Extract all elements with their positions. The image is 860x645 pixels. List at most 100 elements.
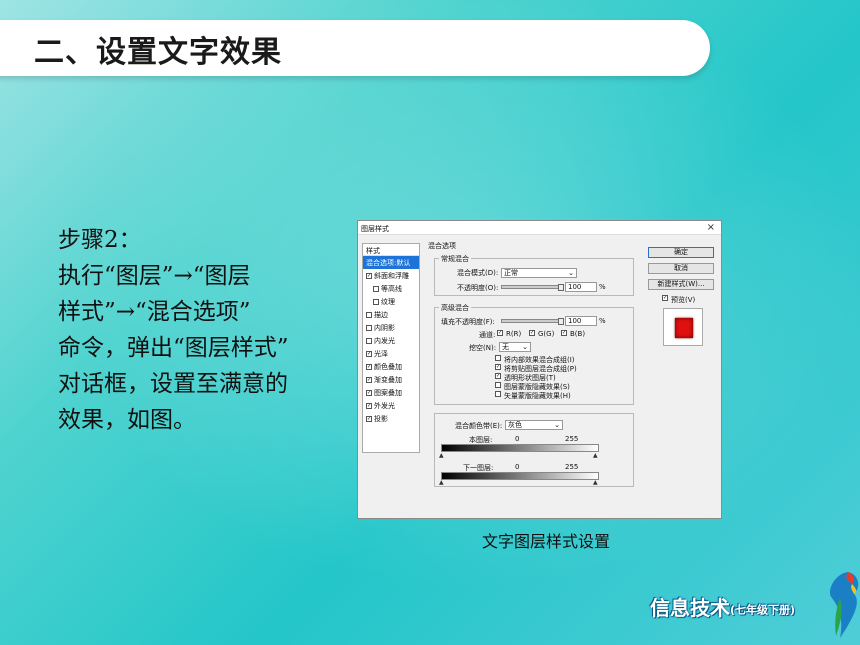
blend-mode-label: 混合模式(D): xyxy=(457,269,499,277)
style-preview xyxy=(663,308,703,346)
opacity-label: 不透明度(O): xyxy=(457,284,499,292)
step-line: 效果，如图。 xyxy=(58,407,196,433)
slider-handle[interactable] xyxy=(558,318,564,325)
checkbox[interactable]: ✓ xyxy=(529,330,535,336)
general-blend-group: 常规混合 混合模式(D): 正常 ⌄ 不透明度(O): 100 % xyxy=(434,254,634,296)
dialog-title: 图层样式 xyxy=(361,225,389,233)
checkbox[interactable]: ✓ xyxy=(366,376,372,383)
checkbox[interactable] xyxy=(373,298,379,305)
slider-handle-right[interactable]: ▲ xyxy=(593,479,598,486)
slider-handle[interactable] xyxy=(558,284,564,291)
checkbox[interactable]: ✓ xyxy=(366,350,372,357)
style-item[interactable]: 纹理 xyxy=(363,295,419,308)
channel-g-label: G(G) xyxy=(538,330,555,338)
style-item-label: 图案叠加 xyxy=(374,388,402,397)
style-item[interactable]: 描边 xyxy=(363,308,419,321)
style-item[interactable]: ✓ 图案叠加 xyxy=(363,386,419,399)
checkbox[interactable]: ✓ xyxy=(662,295,668,301)
style-item-label: 纹理 xyxy=(381,297,395,306)
slider-handle-left[interactable]: ▲ xyxy=(439,452,444,459)
opacity-unit: % xyxy=(599,283,606,291)
advanced-blend-label: 高级混合 xyxy=(439,303,471,313)
opacity-input[interactable]: 100 xyxy=(565,282,597,292)
checkbox[interactable]: ✓ xyxy=(366,389,372,396)
knockout-select[interactable]: 无 ⌄ xyxy=(499,342,531,352)
style-item-label: 描边 xyxy=(374,310,388,319)
slider-handle-right[interactable]: ▲ xyxy=(593,452,598,459)
blend-if-select[interactable]: 灰色 ⌄ xyxy=(505,420,563,430)
checkbox[interactable]: ✓ xyxy=(495,364,501,370)
style-item-label: 渐变叠加 xyxy=(374,375,402,384)
advanced-option-label: 矢量蒙版隐藏效果(H) xyxy=(504,392,571,400)
fill-unit: % xyxy=(599,317,606,325)
style-item[interactable]: 内阴影 xyxy=(363,321,419,334)
style-item[interactable]: 内发光 xyxy=(363,334,419,347)
checkbox[interactable] xyxy=(495,355,501,361)
cancel-button[interactable]: 取消 xyxy=(648,263,714,274)
style-item[interactable]: ✓ 渐变叠加 xyxy=(363,373,419,386)
style-item[interactable]: ✓ 光泽 xyxy=(363,347,419,360)
checkbox[interactable]: ✓ xyxy=(366,363,372,370)
checkbox[interactable] xyxy=(373,285,379,292)
chevron-down-icon: ⌄ xyxy=(554,421,560,429)
style-item[interactable]: ✓ 投影 xyxy=(363,412,419,425)
style-item-label: 等高线 xyxy=(381,284,402,293)
step-line: 对话框，设置至满意的 xyxy=(58,371,288,397)
style-item[interactable]: ✓ 颜色叠加 xyxy=(363,360,419,373)
step-line: 命令，弹出“图层样式” xyxy=(58,335,289,361)
channel-r[interactable]: ✓ R(R) xyxy=(497,330,521,338)
blend-if-value: 灰色 xyxy=(508,421,522,429)
style-item[interactable]: ✓ 斜面和浮雕 xyxy=(363,269,419,282)
general-blend-label: 常规混合 xyxy=(439,254,471,264)
style-item[interactable]: 混合选项:默认 xyxy=(363,256,419,269)
fill-opacity-label: 填充不透明度(F): xyxy=(441,318,495,326)
this-layer-gradient xyxy=(441,444,599,452)
checkbox[interactable]: ✓ xyxy=(497,330,503,336)
style-item-label: 投影 xyxy=(374,414,388,423)
style-item-label: 外发光 xyxy=(374,401,395,410)
style-item-label: 斜面和浮雕 xyxy=(374,271,409,280)
under-layer-low: 0 xyxy=(515,463,520,471)
channel-r-label: R(R) xyxy=(506,330,522,338)
fill-opacity-slider[interactable] xyxy=(501,318,564,325)
blend-options-heading: 混合选项 xyxy=(428,242,456,250)
this-layer-low: 0 xyxy=(515,435,520,443)
step-line: 步骤2： xyxy=(58,227,142,253)
checkbox[interactable] xyxy=(366,337,372,344)
opacity-slider[interactable] xyxy=(501,284,564,291)
blend-if-group: 混合颜色带(E): 灰色 ⌄ 本图层: 0 255 ▲ ▲ 下一图层: 0 255… xyxy=(434,413,634,487)
style-item[interactable]: ✓ 外发光 xyxy=(363,399,419,412)
step-line: 样式”→“混合选项” xyxy=(58,299,251,325)
checkbox[interactable]: ✓ xyxy=(561,330,567,336)
new-style-button[interactable]: 新建样式(W)... xyxy=(648,279,714,290)
channel-b[interactable]: ✓ B(B) xyxy=(561,330,585,338)
logo-main: 信息技术 xyxy=(650,596,730,620)
layer-style-dialog: 图层样式 × 样式 混合选项:默认 ✓ 斜面和浮雕 等高线 纹理 描边 内阴影 内发光 ✓ 光泽 ✓… xyxy=(357,220,722,519)
preview-toggle[interactable]: ✓ 预览(V) xyxy=(662,295,695,305)
knockout-label: 挖空(N): xyxy=(469,344,497,352)
checkbox[interactable]: ✓ xyxy=(366,272,372,279)
close-icon[interactable]: × xyxy=(707,222,715,233)
checkbox[interactable]: ✓ xyxy=(495,373,501,379)
brand-logo: 信息技术(七年级下册) xyxy=(650,592,795,621)
slide-title: 二、设置文字效果 xyxy=(34,35,282,70)
blend-if-label: 混合颜色带(E): xyxy=(455,422,503,430)
checkbox[interactable] xyxy=(366,324,372,331)
advanced-blend-group: 高级混合 填充不透明度(F): 100 % 通道: ✓ R(R) ✓ G(G) ✓ B… xyxy=(434,303,634,405)
under-layer-gradient xyxy=(441,472,599,480)
ok-button[interactable]: 确定 xyxy=(648,247,714,258)
checkbox[interactable]: ✓ xyxy=(366,402,372,409)
channel-g[interactable]: ✓ G(G) xyxy=(529,330,554,338)
style-item[interactable]: 等高线 xyxy=(363,282,419,295)
advanced-option[interactable]: 矢量蒙版隐藏效果(H) xyxy=(495,391,571,401)
style-item-label: 光泽 xyxy=(374,349,388,358)
checkbox[interactable] xyxy=(495,382,501,388)
checkbox[interactable] xyxy=(366,311,372,318)
blend-mode-select[interactable]: 正常 ⌄ xyxy=(501,268,577,278)
style-item-label: 混合选项:默认 xyxy=(366,258,411,267)
checkbox[interactable] xyxy=(495,391,501,397)
slider-handle-left[interactable]: ▲ xyxy=(439,479,444,486)
fill-opacity-input[interactable]: 100 xyxy=(565,316,597,326)
checkbox[interactable]: ✓ xyxy=(366,415,372,422)
style-item-label: 颜色叠加 xyxy=(374,362,402,371)
